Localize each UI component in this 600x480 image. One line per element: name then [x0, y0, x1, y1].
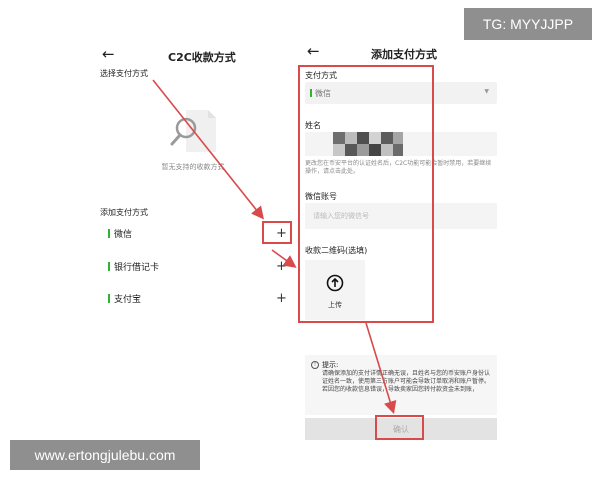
annotation-arrows: [152, 79, 397, 415]
arrow-to-confirm: [365, 322, 397, 415]
arrow-to-form: [271, 249, 297, 268]
arrow-to-plus: [152, 79, 264, 220]
screenshot-composite: TG: MYYJJPP www.ertongjulebu.com ← C2C收款…: [0, 0, 600, 480]
